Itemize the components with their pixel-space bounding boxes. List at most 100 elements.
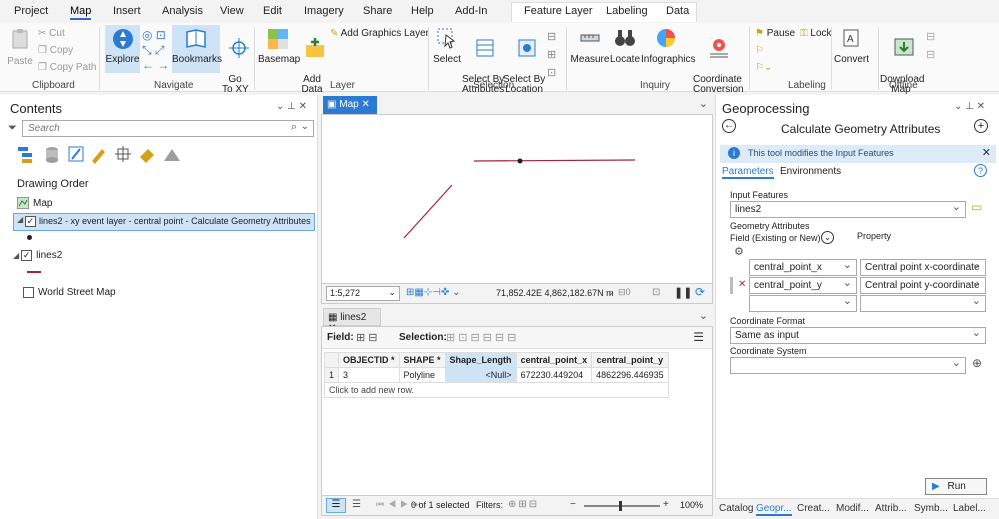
table-menu-icon[interactable]: ☰ (693, 330, 704, 344)
tab-view[interactable]: View (220, 5, 244, 17)
selection-tools[interactable]: ⊞⊡⊟⊟⊟⊟ (446, 331, 519, 344)
layer-item-event-layer[interactable]: ◢ ✓ lines2 - xy event layer - central po… (13, 213, 315, 231)
pause-drawing-icon[interactable]: ❚❚ (674, 286, 692, 299)
tab-parameters[interactable]: Parameters (722, 166, 774, 179)
chevron-down-icon[interactable]: ⌄ (954, 101, 962, 112)
select-by-attributes-button[interactable]: Select By Attributes (462, 27, 504, 105)
map-canvas[interactable] (321, 114, 713, 284)
tab-help[interactable]: Help (411, 5, 434, 17)
filter-icon[interactable]: ⏷ (8, 122, 17, 135)
close-icon[interactable]: ✕ (299, 101, 307, 112)
pin-icon[interactable]: ⊥ (287, 101, 296, 112)
offline-small-tools[interactable]: ⊟ ⊟ (926, 28, 935, 64)
measure-button[interactable]: Measure (570, 27, 610, 65)
label-options-2[interactable]: ⚐⌄ (755, 62, 772, 73)
list-by-snapping-icon[interactable] (115, 146, 131, 162)
column-header[interactable]: central_point_y (591, 352, 669, 368)
close-icon[interactable]: ✕ (361, 99, 369, 110)
folder-icon[interactable]: ▭ (971, 200, 982, 214)
prev-record-icon[interactable]: ◀ (388, 499, 400, 509)
paste-button[interactable]: Paste (6, 28, 34, 67)
add-data-button[interactable]: Add Data (298, 27, 326, 105)
lock-labels-button[interactable]: ⚿ Lock (800, 28, 832, 39)
add-new-row[interactable]: Click to add new row. (324, 382, 669, 398)
delete-icon[interactable]: ⊟ (495, 332, 507, 344)
tab-create-features[interactable]: Creat... (797, 503, 830, 514)
correction-icon[interactable]: ✜ (441, 287, 449, 298)
pause-labels-button[interactable]: ⚑ Pause (755, 28, 795, 39)
column-header[interactable]: central_point_x (515, 352, 593, 368)
map-node[interactable]: Map (17, 197, 52, 209)
field-tools[interactable]: ⊞ ⊟ (356, 331, 378, 344)
navigate-small-tools[interactable]: ◎ ⊡ ⤡ ⤢ ← → (142, 28, 172, 72)
basemap-button[interactable]: Basemap (258, 27, 300, 65)
search-options-chevron-icon[interactable]: ⌄ (301, 121, 309, 132)
selection-small-tools[interactable]: ⊟ ⊞ ⊡ (547, 28, 556, 82)
tab-labeling-pane[interactable]: Label... (953, 503, 986, 514)
tab-environments[interactable]: Environments (780, 166, 841, 177)
coordinate-unit-chevron-icon[interactable]: ⌄ (607, 287, 615, 298)
zoom-slider[interactable] (584, 505, 660, 507)
add-icon[interactable]: + (974, 119, 988, 133)
expand-triangle-icon[interactable]: ◢ (17, 215, 23, 224)
bookmarks-button[interactable]: Bookmarks (172, 27, 222, 65)
globe-icon[interactable]: ⊕ (972, 356, 982, 370)
layer-item-basemap[interactable]: World Street Map (23, 287, 116, 298)
expand-triangle-icon[interactable]: ◢ (13, 251, 19, 260)
zoom-out-icon[interactable]: − (570, 499, 576, 510)
contents-search-input[interactable]: Search ⌕ ⌄ (22, 120, 314, 137)
add-field-icon[interactable]: ⊞ (356, 332, 365, 344)
selected-features-count[interactable]: ⊟0 (618, 287, 631, 298)
download-map-button[interactable]: Download Map (880, 27, 924, 105)
selection-filter-icon[interactable]: ⊞ (518, 499, 528, 510)
copy-path-button[interactable]: ❐ Copy Path (38, 62, 96, 73)
coordinate-system-dropdown[interactable] (730, 356, 966, 374)
property-dropdown-3[interactable] (860, 294, 986, 312)
column-header-selected[interactable]: Shape_Length (444, 352, 517, 368)
pin-icon[interactable]: ⊥ (965, 101, 974, 112)
tab-symbology[interactable]: Symb... (914, 503, 948, 514)
tab-insert[interactable]: Insert (113, 5, 141, 17)
filter-tools[interactable]: ⊕⊞⊟ (508, 499, 539, 510)
list-by-drawing-order-icon[interactable] (18, 147, 32, 163)
copy-button[interactable]: ❐ Copy (38, 45, 73, 56)
line-feature-2[interactable] (403, 184, 453, 239)
coordinate-format-dropdown[interactable]: Same as input (730, 326, 986, 344)
label-options-1[interactable]: ⚐ (755, 45, 764, 56)
column-header[interactable]: SHAPE * (398, 352, 446, 368)
drawing-mode-icon[interactable]: ⊡ (652, 287, 660, 298)
list-by-selection-icon[interactable] (68, 146, 84, 162)
zoom-in-icon[interactable]: + (663, 499, 669, 510)
list-by-source-icon[interactable] (46, 147, 58, 163)
layer-visibility-checkbox[interactable]: ✓ (25, 216, 36, 227)
select-by-location-button[interactable]: Select By Location (503, 27, 545, 105)
tab-edit[interactable]: Edit (263, 5, 282, 17)
central-point-marker[interactable] (517, 158, 523, 164)
back-arrow-icon[interactable]: ← (722, 119, 736, 133)
select-by-attributes-icon[interactable]: ⊞ (446, 332, 458, 344)
chevron-down-icon[interactable]: ⌄ (452, 287, 460, 298)
grid-icon[interactable]: ▦ (414, 287, 423, 298)
select-button[interactable]: Select (432, 27, 462, 65)
chevron-down-icon[interactable]: ⌄ (821, 231, 834, 244)
remove-row-icon[interactable]: ✕ (738, 279, 746, 290)
zoom-slider-thumb[interactable] (619, 501, 622, 511)
tab-share[interactable]: Share (363, 5, 392, 17)
help-icon[interactable]: ? (974, 164, 987, 177)
layer-visibility-checkbox[interactable]: ✓ (21, 250, 33, 261)
contents-pane-controls[interactable]: ⌄ ⊥ ✕ (276, 101, 307, 112)
tab-list-chevron-icon[interactable]: ⌄ (699, 309, 708, 322)
chevron-down-icon[interactable]: ⌄ (276, 101, 284, 112)
zoom-to-icon[interactable]: ⊡ (458, 332, 470, 344)
tab-feature-layer[interactable]: Feature Layer (524, 5, 592, 17)
tab-catalog[interactable]: Catalog (719, 503, 753, 514)
tab-geoprocessing[interactable]: Geopr... (756, 503, 792, 516)
tab-project[interactable]: Project (14, 5, 48, 17)
copy-icon[interactable]: ⊟ (507, 332, 519, 344)
extent-filter-icon[interactable]: ⊕ (508, 499, 518, 510)
show-all-records-icon[interactable]: ☰ (326, 498, 346, 513)
go-to-xy-button[interactable]: Go To XY (222, 27, 249, 105)
filter-icon[interactable]: ⊟ (529, 499, 539, 510)
tab-add-in[interactable]: Add-In (455, 5, 487, 17)
tab-analysis[interactable]: Analysis (162, 5, 203, 17)
